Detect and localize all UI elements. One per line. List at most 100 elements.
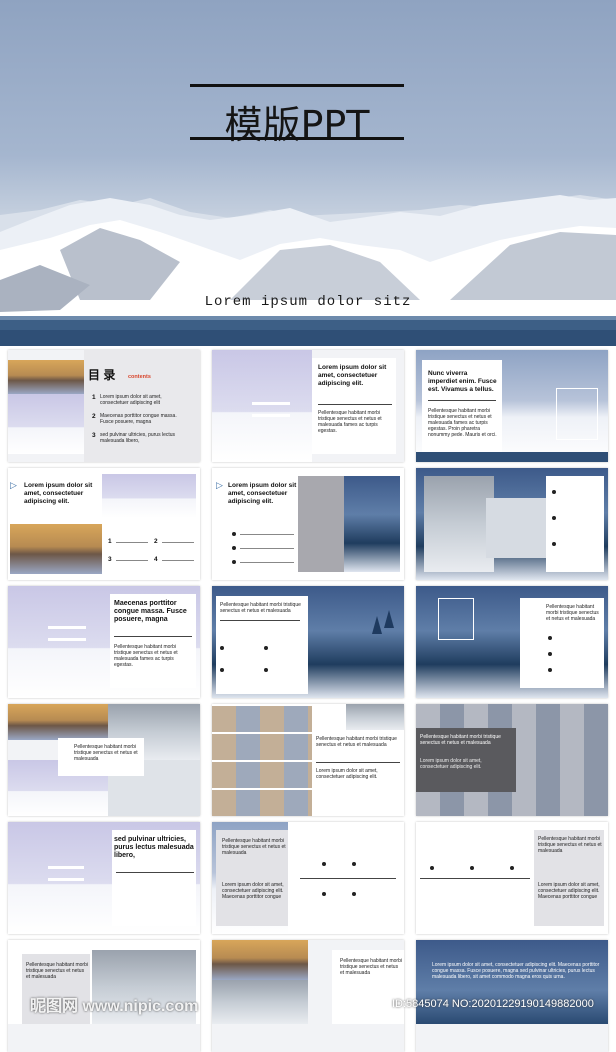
item-num-1: 1 bbox=[108, 538, 112, 545]
slide-title: Pellentesque habitant morbi tristique se… bbox=[220, 602, 301, 614]
divider bbox=[116, 872, 194, 873]
bullet-icon bbox=[552, 542, 556, 546]
tree-shape bbox=[384, 610, 394, 628]
sunset-photo bbox=[212, 940, 308, 980]
slide-thumb-18[interactable]: Lorem ipsum dolor sit amet, consectetuer… bbox=[416, 940, 608, 1052]
timeline-line bbox=[420, 878, 530, 879]
polar-bear-photo bbox=[424, 476, 494, 572]
bullet-icon bbox=[220, 646, 224, 650]
page-subtitle: Lorem ipsum dolor sitz bbox=[204, 294, 412, 310]
placeholder-text bbox=[116, 542, 148, 543]
animal-photo bbox=[346, 704, 404, 730]
slide-title: Lorem ipsum dolor sit amet, consectetuer… bbox=[24, 482, 93, 505]
slide-body: Lorem ipsum dolor sit amet, consectetuer… bbox=[420, 758, 482, 770]
bullet-icon bbox=[232, 546, 236, 550]
item-num-2: 2 bbox=[154, 538, 158, 545]
placeholder-text bbox=[162, 560, 194, 561]
contents-heading: 目 录 bbox=[88, 368, 116, 382]
slide-title: Pellentesque habitant morbi tristique se… bbox=[546, 604, 599, 622]
placeholder-text bbox=[240, 534, 294, 535]
sunset-photo bbox=[8, 360, 84, 394]
slide-thumb-13[interactable]: sed pulvinar ultricies, purus lectus mal… bbox=[8, 822, 200, 934]
slide-body: Pellentesque habitant morbi tristique se… bbox=[114, 644, 178, 668]
title-bottom-rule bbox=[190, 137, 404, 140]
play-icon: ▷ bbox=[10, 480, 17, 490]
divider bbox=[318, 404, 392, 405]
bullet-icon bbox=[264, 668, 268, 672]
white-bar bbox=[252, 414, 290, 417]
slide-title: Maecenas porttitor congue massa. Fusce p… bbox=[114, 600, 187, 623]
slide-thumb-12[interactable]: Pellentesque habitant morbi tristique se… bbox=[416, 704, 608, 816]
slide-thumb-10[interactable]: Pellentesque habitant morbi tristique se… bbox=[8, 704, 200, 816]
sunset-bear-photo bbox=[10, 524, 102, 574]
slide-thumb-6[interactable] bbox=[416, 468, 608, 580]
water-strip bbox=[416, 452, 608, 462]
bullet-icon bbox=[264, 646, 268, 650]
bullet-icon bbox=[548, 652, 552, 656]
slide-title: sed pulvinar ultricies, purus lectus mal… bbox=[114, 836, 194, 859]
walrus-photo bbox=[486, 498, 546, 558]
contents-item-3: sed pulvinar ultricies, purus lectus mal… bbox=[100, 432, 176, 444]
hero-banner: 模版PPT Lorem ipsum dolor sitz bbox=[0, 0, 616, 346]
placeholder-text bbox=[240, 562, 294, 563]
chat-icon bbox=[430, 866, 434, 870]
slide-thumb-2[interactable]: Lorem ipsum dolor sit amet, consectetuer… bbox=[212, 350, 404, 462]
grid-lines bbox=[212, 704, 312, 816]
white-bar bbox=[48, 626, 86, 629]
slide-thumb-7[interactable]: Maecenas porttitor congue massa. Fusce p… bbox=[8, 586, 200, 698]
slide-body: Lorem ipsum dolor sit amet, consectetuer… bbox=[316, 768, 378, 780]
slide-title: Pellentesque habitant morbi tristique se… bbox=[420, 734, 501, 746]
bullet-icon bbox=[548, 636, 552, 640]
slide-body: Lorem ipsum dolor sit amet, consectetuer… bbox=[432, 962, 600, 980]
slide-title: Nunc viverra imperdiet enim. Fusce est. … bbox=[428, 370, 497, 393]
slide-title: Pellentesque habitant morbi tristique se… bbox=[340, 958, 402, 976]
slide-body: Pellentesque habitant morbi tristique se… bbox=[74, 744, 138, 762]
title-block: 模版PPT bbox=[190, 84, 404, 147]
slide-title: Pellentesque habitant morbi tristique se… bbox=[26, 962, 88, 980]
slide-title: Pellentesque habitant morbi tristique se… bbox=[222, 838, 286, 856]
slide-thumb-17[interactable]: Pellentesque habitant morbi tristique se… bbox=[212, 940, 404, 1052]
item-num-3: 3 bbox=[108, 556, 112, 563]
placeholder-text bbox=[162, 542, 194, 543]
slide-thumb-4[interactable]: ▷ Lorem ipsum dolor sit amet, consectetu… bbox=[8, 468, 200, 580]
bullet-icon bbox=[552, 516, 556, 520]
slide-body: Lorem ipsum dolor sit amet, consectetuer… bbox=[222, 882, 284, 900]
slide-thumb-14[interactable]: Pellentesque habitant morbi tristique se… bbox=[212, 822, 404, 934]
page-title: 模版PPT bbox=[224, 103, 370, 147]
slide-thumb-5[interactable]: ▷ Lorem ipsum dolor sit amet, consectetu… bbox=[212, 468, 404, 580]
polar-photo bbox=[212, 980, 308, 1024]
slide-thumb-3[interactable]: Nunc viverra imperdiet enim. Fusce est. … bbox=[416, 350, 608, 462]
contents-item-2: Maecenas porttitor congue massa. Fusce p… bbox=[100, 413, 177, 425]
forest-bg-photo bbox=[416, 940, 608, 1024]
white-bar bbox=[48, 878, 84, 881]
slide-title: Pellentesque habitant morbi tristique se… bbox=[538, 836, 602, 854]
white-bar bbox=[48, 638, 86, 641]
item-num-4: 4 bbox=[154, 556, 158, 563]
white-bar bbox=[48, 866, 84, 869]
contents-num-1: 1 bbox=[92, 394, 96, 401]
slide-title: Lorem ipsum dolor sit amet, consectetuer… bbox=[318, 364, 387, 387]
forest-photo bbox=[344, 476, 400, 572]
play-icon: ▷ bbox=[216, 480, 223, 490]
tree-shape bbox=[372, 616, 382, 634]
slide-title: Lorem ipsum dolor sit amet, consectetuer… bbox=[228, 482, 297, 505]
person-icon bbox=[352, 892, 356, 896]
placeholder-text bbox=[240, 548, 294, 549]
slide-title: Pellentesque habitant morbi tristique se… bbox=[316, 736, 397, 748]
white-bar bbox=[252, 402, 290, 405]
slide-thumb-9[interactable]: Pellentesque habitant morbi tristique se… bbox=[416, 586, 608, 698]
gray-column bbox=[298, 476, 344, 572]
slide-thumb-8[interactable]: Pellentesque habitant morbi tristique se… bbox=[212, 586, 404, 698]
contents-label: contents bbox=[128, 374, 151, 380]
slide-thumb-15[interactable]: Pellentesque habitant morbi tristique se… bbox=[416, 822, 608, 934]
slide-thumb-11[interactable]: Pellentesque habitant morbi tristique se… bbox=[212, 704, 404, 816]
site-watermark: 昵图网 www.nipic.com bbox=[30, 998, 199, 1015]
contents-num-3: 3 bbox=[92, 432, 96, 439]
slide-body: Lorem ipsum dolor sit amet, consectetuer… bbox=[538, 882, 600, 900]
sunset-photo bbox=[8, 704, 108, 740]
snow-forest-photo bbox=[102, 474, 196, 518]
placeholder-text bbox=[116, 560, 148, 561]
bullet-icon bbox=[548, 668, 552, 672]
outline-frame bbox=[438, 598, 474, 640]
slide-thumb-1[interactable]: 目 录 contents 1 Lorem ipsum dolor sit ame… bbox=[8, 350, 200, 462]
